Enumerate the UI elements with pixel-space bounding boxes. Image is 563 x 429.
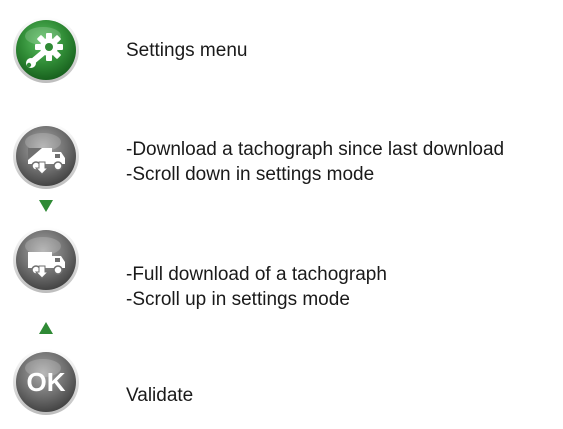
full-download-description: -Full download of a tachograph -Scroll u… xyxy=(126,262,387,312)
full-download-button[interactable] xyxy=(12,226,80,294)
arrow-down-icon xyxy=(39,200,53,212)
ok-button-icon: OK xyxy=(13,349,79,415)
truck-partial-download-icon xyxy=(13,123,79,189)
download-since-last-line-1: -Download a tachograph since last downlo… xyxy=(126,139,505,160)
validate-description-line: Validate xyxy=(126,385,194,406)
full-download-line-2: -Scroll up in settings mode xyxy=(126,289,350,310)
settings-button[interactable] xyxy=(12,16,80,84)
arrow-up-icon xyxy=(39,322,53,334)
truck-full-download-icon xyxy=(13,227,79,293)
settings-description: Settings menu xyxy=(126,38,247,63)
download-since-last-description: -Download a tachograph since last downlo… xyxy=(126,137,504,187)
full-download-line-1: -Full download of a tachograph xyxy=(126,264,387,285)
settings-description-line: Settings menu xyxy=(126,40,248,61)
ok-label: OK xyxy=(27,367,66,397)
ok-button[interactable]: OK xyxy=(12,348,80,416)
download-since-last-button[interactable] xyxy=(12,122,80,190)
settings-wrench-gear-icon xyxy=(13,17,79,83)
download-since-last-line-2: -Scroll down in settings mode xyxy=(126,164,375,185)
validate-description: Validate xyxy=(126,383,193,408)
